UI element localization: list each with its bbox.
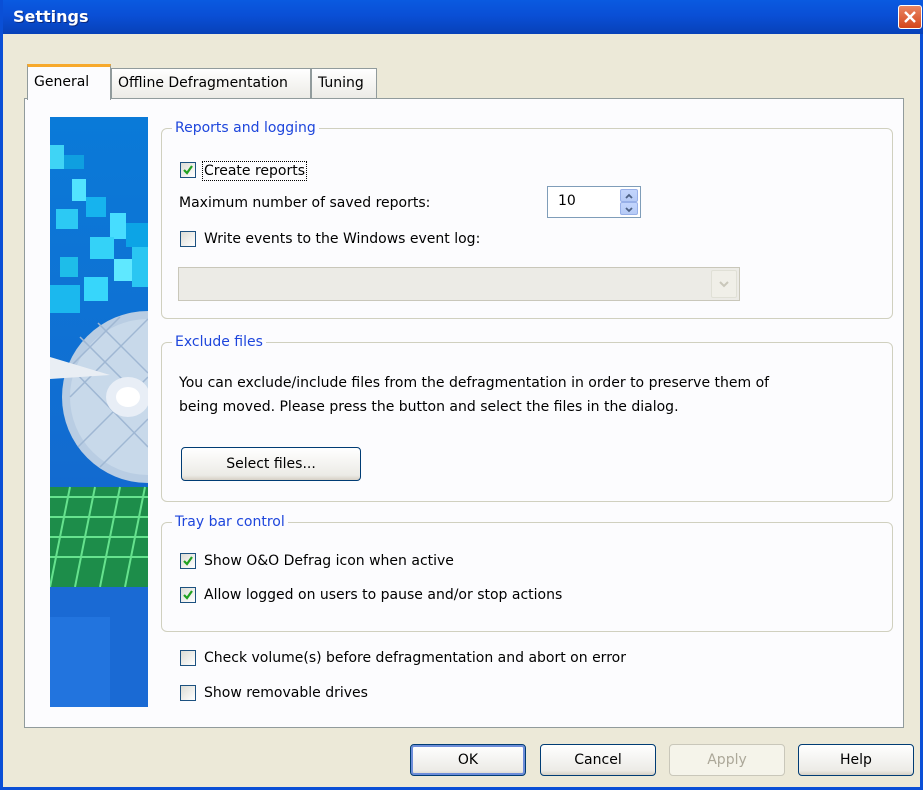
exclude-description-line2: being moved. Please press the button and… [179, 399, 679, 415]
window-title: Settings [13, 7, 89, 26]
close-icon [904, 11, 916, 23]
tab-offline-defragmentation[interactable]: Offline Defragmentation [111, 68, 311, 98]
chevron-up-icon [625, 193, 633, 199]
max-reports-spinner[interactable]: 10 [547, 186, 641, 218]
event-log-select [178, 267, 740, 301]
ok-button[interactable]: OK [410, 744, 526, 776]
tab-tuning[interactable]: Tuning [311, 68, 377, 98]
max-reports-value: 10 [558, 193, 576, 209]
help-button[interactable]: Help [798, 744, 914, 776]
show-icon-label[interactable]: Show O&O Defrag icon when active [204, 552, 454, 570]
title-bar[interactable]: Settings [3, 0, 923, 34]
event-log-dropdown-button [711, 270, 737, 298]
chevron-down-icon [625, 207, 633, 213]
show-icon-checkbox[interactable] [180, 553, 196, 569]
check-volume-checkbox[interactable] [180, 650, 196, 666]
side-banner-image [50, 117, 148, 707]
spin-down-button[interactable] [620, 202, 638, 215]
checkmark-icon [183, 590, 193, 600]
tab-general[interactable]: General [27, 64, 111, 100]
check-volume-label[interactable]: Check volume(s) before defragmentation a… [204, 649, 626, 667]
tab-tuning-label: Tuning [318, 75, 364, 91]
create-reports-checkbox[interactable] [180, 162, 196, 178]
removable-drives-checkbox[interactable] [180, 685, 196, 701]
removable-drives-label[interactable]: Show removable drives [204, 684, 368, 702]
max-reports-label: Maximum number of saved reports: [179, 195, 431, 211]
tray-bar-title: Tray bar control [172, 512, 288, 532]
allow-users-checkbox[interactable] [180, 587, 196, 603]
exclude-description-line1: You can exclude/include files from the d… [179, 375, 770, 391]
write-events-label[interactable]: Write events to the Windows event log: [204, 230, 480, 248]
write-events-checkbox[interactable] [180, 231, 196, 247]
checkmark-icon [183, 165, 193, 175]
checkmark-icon [183, 556, 193, 566]
tab-offline-label: Offline Defragmentation [118, 75, 288, 91]
allow-users-label[interactable]: Allow logged on users to pause and/or st… [204, 586, 562, 604]
chevron-down-icon [719, 281, 729, 288]
tray-bar-group: Tray bar control [161, 512, 893, 632]
apply-button[interactable]: Apply [669, 744, 785, 776]
tab-general-label: General [34, 74, 90, 90]
exclude-files-title: Exclude files [172, 332, 266, 352]
spin-up-button[interactable] [620, 189, 638, 202]
reports-logging-title: Reports and logging [172, 118, 319, 138]
settings-dialog: Settings General Offline Defragmentation… [0, 0, 923, 790]
select-files-button[interactable]: Select files... [181, 447, 361, 481]
close-button[interactable] [898, 5, 922, 29]
cancel-button[interactable]: Cancel [540, 744, 656, 776]
create-reports-label[interactable]: Create reports [202, 161, 308, 181]
